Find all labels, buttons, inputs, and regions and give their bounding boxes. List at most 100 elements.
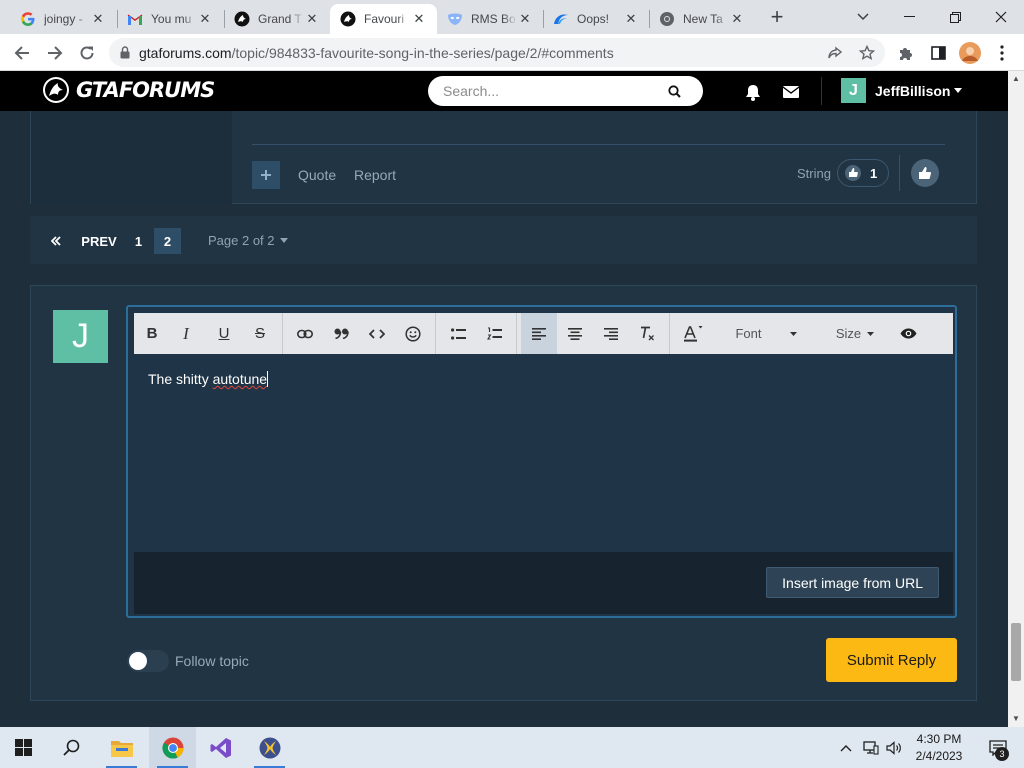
tab-title: New Ta — [683, 12, 723, 26]
preview-button[interactable] — [894, 313, 922, 354]
user-menu[interactable]: J JeffBillison — [841, 78, 963, 103]
reaction-count-pill[interactable]: 1 — [837, 159, 889, 187]
insert-image-url-button[interactable]: Insert image from URL — [766, 567, 939, 598]
toggle-knob — [129, 652, 147, 670]
network-status-button[interactable] — [860, 727, 882, 768]
underline-button[interactable]: U — [212, 313, 236, 354]
pagination: PREV 1 2 Page 2 of 2 — [30, 216, 977, 264]
share-button[interactable] — [821, 38, 849, 67]
reaction-user[interactable]: String — [797, 166, 831, 181]
italic-button[interactable]: I — [174, 313, 198, 354]
toolbar-separator — [282, 313, 283, 354]
tab-oops[interactable]: Oops! ✕ — [543, 4, 649, 34]
numbered-list-icon — [486, 327, 502, 340]
numbered-list-button[interactable] — [481, 313, 507, 354]
strikethrough-button[interactable]: S — [248, 313, 272, 354]
clear-formatting-button[interactable] — [634, 313, 660, 354]
volume-button[interactable] — [883, 727, 905, 768]
page-1-button[interactable]: 1 — [130, 228, 147, 254]
code-button[interactable] — [364, 313, 390, 354]
chrome-menu-button[interactable] — [988, 39, 1016, 67]
tab-new-tab[interactable]: New Ta ✕ — [649, 4, 755, 34]
close-tab-icon[interactable]: ✕ — [623, 11, 639, 27]
align-center-button[interactable] — [562, 313, 588, 354]
like-button[interactable] — [911, 159, 939, 187]
page-2-button[interactable]: 2 — [154, 228, 181, 254]
tab-search-button[interactable] — [840, 0, 886, 34]
close-tab-icon[interactable]: ✕ — [411, 11, 427, 27]
taskbar-file-explorer[interactable] — [98, 727, 145, 768]
minimize-button[interactable] — [886, 0, 932, 34]
close-window-button[interactable] — [978, 0, 1024, 34]
follow-topic-label: Follow topic — [175, 653, 249, 669]
tab-joingy[interactable]: joingy - ✕ — [10, 4, 116, 34]
prev-page-button[interactable]: PREV — [80, 228, 118, 254]
link-button[interactable] — [292, 313, 318, 354]
tab-favourite-song[interactable]: Favouri ✕ — [330, 4, 437, 34]
extensions-button[interactable] — [892, 39, 920, 67]
start-button[interactable] — [0, 727, 47, 768]
taskbar-clock[interactable]: 4:30 PM 2/4/2023 — [906, 731, 972, 765]
submit-reply-button[interactable]: Submit Reply — [826, 638, 957, 682]
report-link[interactable]: Report — [354, 167, 396, 183]
new-tab-button[interactable]: + — [754, 0, 800, 34]
search-input[interactable] — [443, 83, 663, 99]
align-left-button[interactable] — [521, 313, 557, 354]
messages-button[interactable] — [780, 81, 802, 103]
taskbar-xenia[interactable] — [246, 727, 293, 768]
caret-down-icon — [867, 331, 875, 336]
notification-center-button[interactable]: 3 — [978, 727, 1018, 768]
taskbar-visual-studio[interactable] — [197, 727, 244, 768]
tab-title: Oops! — [577, 12, 610, 26]
reply-text: The shitty — [148, 371, 213, 387]
forward-button[interactable] — [41, 39, 69, 67]
site-logo[interactable]: GTAFORUMS — [42, 76, 215, 104]
close-tab-icon[interactable]: ✕ — [90, 11, 106, 27]
notifications-button[interactable] — [742, 81, 764, 103]
chrome-icon — [659, 11, 675, 27]
taskbar-chrome[interactable] — [149, 727, 196, 768]
side-panel-button[interactable] — [924, 39, 952, 67]
reload-button[interactable] — [73, 39, 101, 67]
address-bar[interactable]: gtaforums.com/topic/984833-favourite-son… — [109, 38, 885, 67]
show-hidden-icons-button[interactable] — [835, 727, 857, 768]
tab-grand-theft[interactable]: Grand T ✕ — [224, 4, 330, 34]
reply-text-area[interactable]: The shitty autotune — [148, 371, 269, 387]
align-right-button[interactable] — [598, 313, 624, 354]
follow-topic-control[interactable]: Follow topic — [127, 650, 249, 672]
profile-avatar-button[interactable] — [956, 39, 984, 67]
font-dropdown[interactable]: Font — [726, 313, 806, 354]
page-scrollbar[interactable]: ▲ ▼ — [1008, 71, 1024, 727]
multiquote-button[interactable] — [252, 161, 280, 189]
close-tab-icon[interactable]: ✕ — [197, 11, 213, 27]
follow-topic-toggle[interactable] — [127, 650, 169, 672]
emoji-button[interactable] — [400, 313, 426, 354]
close-tab-icon[interactable]: ✕ — [517, 11, 533, 27]
bookmark-star-button[interactable] — [853, 38, 881, 67]
back-button[interactable] — [8, 39, 36, 67]
tab-gmail[interactable]: You mu ✕ — [117, 4, 223, 34]
close-tab-icon[interactable]: ✕ — [304, 11, 320, 27]
text-color-icon — [684, 325, 703, 342]
close-tab-icon[interactable]: ✕ — [729, 11, 745, 27]
first-page-button[interactable] — [46, 228, 66, 254]
search-icon[interactable] — [668, 84, 681, 98]
text-color-button[interactable] — [679, 313, 707, 354]
scroll-down-arrow-icon[interactable]: ▼ — [1012, 715, 1020, 723]
tab-rms[interactable]: RMS Bo ✕ — [437, 4, 543, 34]
scroll-thumb[interactable] — [1011, 623, 1021, 681]
scroll-up-arrow-icon[interactable]: ▲ — [1012, 75, 1020, 83]
quote-button[interactable] — [328, 313, 354, 354]
reply-editor: B I U S Font Size The shitty autotune In… — [126, 305, 957, 618]
eye-icon — [900, 328, 916, 339]
attachments-area: Insert image from URL — [134, 552, 953, 614]
bold-button[interactable]: B — [140, 313, 164, 354]
bullet-list-button[interactable] — [445, 313, 471, 354]
page-jump-dropdown[interactable]: Page 2 of 2 — [208, 233, 288, 248]
quote-link[interactable]: Quote — [298, 167, 336, 183]
restore-button[interactable] — [932, 0, 978, 34]
post-footer: Quote Report String 1 — [30, 111, 977, 204]
size-dropdown[interactable]: Size — [830, 313, 880, 354]
taskbar-search-button[interactable] — [48, 727, 95, 768]
folder-icon — [110, 740, 133, 757]
